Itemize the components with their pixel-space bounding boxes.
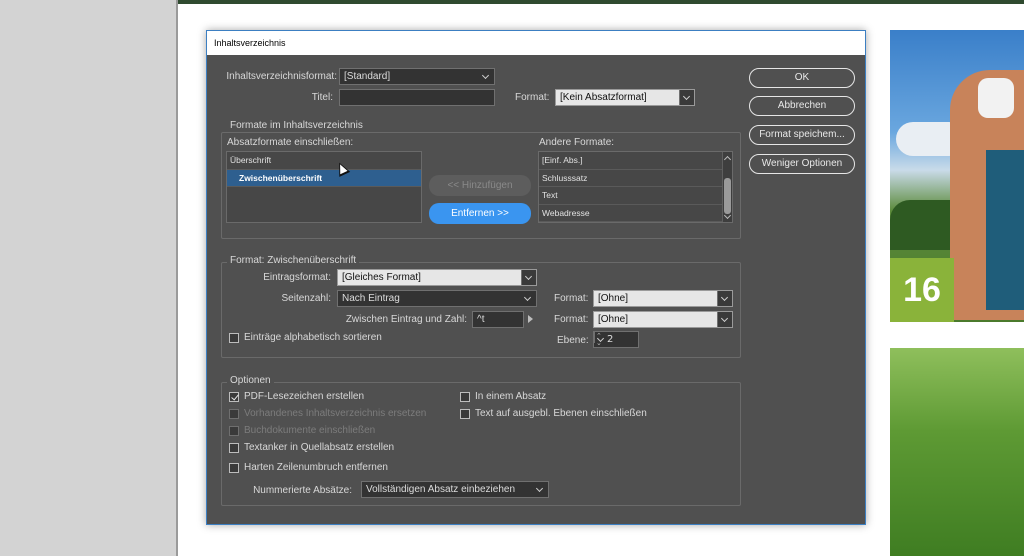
one-paragraph-checkbox[interactable]: [460, 392, 470, 402]
style-group-title: Format: Zwischenüberschrift: [227, 255, 360, 266]
text-anchor-checkbox[interactable]: [229, 443, 239, 453]
level-spinner[interactable]: ⌃ ⌄ 2: [593, 331, 639, 348]
title-label: Titel:: [311, 92, 333, 103]
save-format-button[interactable]: Format speichem...: [749, 125, 855, 145]
add-button[interactable]: << Hinzufügen: [429, 175, 531, 196]
sort-alpha-label: Einträge alphabetisch sortieren: [244, 332, 382, 343]
chevron-down-icon: [479, 69, 494, 84]
grass-photo: [890, 348, 1024, 556]
numbered-paragraphs-label: Nummerierte Absätze:: [253, 485, 352, 496]
page-number-value: Nach Eintrag: [342, 293, 400, 304]
title-format-select[interactable]: [Kein Absatzformat]: [555, 89, 695, 106]
pdf-bookmarks-label: PDF-Lesezeichen erstellen: [244, 391, 365, 402]
between-format-label: Format:: [554, 314, 589, 325]
special-chars-arrow-icon[interactable]: [528, 315, 533, 323]
between-label: Zwischen Eintrag und Zahl:: [345, 314, 467, 325]
scroll-down-icon[interactable]: [723, 212, 732, 221]
book-documents-checkbox[interactable]: [229, 426, 239, 436]
entry-format-value: [Gleiches Format]: [342, 272, 421, 283]
ok-button[interactable]: OK: [749, 68, 855, 88]
photo-golfer-shirt: [986, 150, 1024, 310]
chevron-down-icon: [533, 482, 548, 497]
scroll-thumb[interactable]: [724, 178, 731, 214]
hidden-layers-label: Text auf ausgebl. Ebenen einschließen: [475, 408, 647, 419]
title-format-label: Format:: [515, 92, 550, 103]
other-formats-scrollbar[interactable]: [722, 152, 732, 222]
list-item[interactable]: [Einf. Abs.]: [539, 152, 732, 170]
page-number-format-select[interactable]: [Ohne]: [593, 290, 733, 307]
one-paragraph-label: In einem Absatz: [475, 391, 547, 402]
page-top-strip: [178, 0, 1024, 4]
chevron-down-icon: [679, 90, 694, 105]
page-number-badge: 16: [890, 258, 954, 322]
toc-format-select[interactable]: [Standard]: [339, 68, 495, 85]
between-format-value: [Ohne]: [598, 314, 629, 325]
other-formats-label: Andere Formate:: [539, 137, 615, 148]
title-format-value: [Kein Absatzformat]: [560, 92, 647, 103]
replace-existing-checkbox[interactable]: [229, 409, 239, 419]
pdf-bookmarks-checkbox[interactable]: [229, 392, 239, 402]
page-number-format-label: Format:: [554, 293, 589, 304]
chevron-down-icon: [521, 270, 536, 285]
options-group-title: Optionen: [227, 375, 274, 386]
toc-format-label: Inhaltsverzeichnisformat:: [226, 71, 337, 82]
fewer-options-button[interactable]: Weniger Optionen: [749, 154, 855, 174]
hidden-layers-checkbox[interactable]: [460, 409, 470, 419]
page-number-select[interactable]: Nach Eintrag: [337, 290, 537, 307]
chevron-down-icon: [521, 291, 536, 306]
entry-format-label: Eintragsformat:: [263, 272, 331, 283]
photo-golf-glove: [978, 78, 1014, 118]
dialog-title: Inhaltsverzeichnis: [207, 31, 865, 55]
numbered-paragraphs-select[interactable]: Vollständigen Absatz einbeziehen: [361, 481, 549, 498]
numbered-paragraphs-value: Vollständigen Absatz einbeziehen: [366, 484, 516, 495]
chevron-down-icon: [717, 291, 732, 306]
list-item-selected[interactable]: Zwischenüberschrift: [227, 169, 421, 187]
pasteboard-area: [0, 0, 176, 556]
remove-button[interactable]: Entfernen >>: [429, 203, 531, 224]
included-formats-list[interactable]: Überschrift Zwischenüberschrift: [226, 151, 422, 223]
toc-format-value: [Standard]: [344, 71, 391, 82]
entry-format-select[interactable]: [Gleiches Format]: [337, 269, 537, 286]
page-number-label: Seitenzahl:: [281, 293, 331, 304]
level-label: Ebene:: [557, 335, 589, 346]
list-item[interactable]: Schlusssatz: [539, 170, 732, 187]
toc-dialog: Inhaltsverzeichnis Inhaltsverzeichnisfor…: [206, 30, 866, 525]
scroll-up-icon[interactable]: [723, 153, 732, 162]
page-number-format-value: [Ohne]: [598, 293, 629, 304]
other-formats-list[interactable]: [Einf. Abs.] Schlusssatz Text Webadresse: [538, 151, 733, 223]
book-documents-label: Buchdokumente einschließen: [244, 425, 376, 436]
text-anchor-label: Textanker in Quellabsatz erstellen: [244, 442, 395, 453]
between-format-select[interactable]: [Ohne]: [593, 311, 733, 328]
chevron-down-icon: [594, 332, 595, 343]
replace-existing-label: Vorhandenes Inhaltsverzeichnis ersetzen: [244, 408, 427, 419]
chevron-down-icon: [717, 312, 732, 327]
sort-alpha-checkbox[interactable]: [229, 333, 239, 343]
level-value: 2: [607, 334, 614, 345]
between-input[interactable]: ^t: [472, 311, 524, 328]
include-formats-label: Absatzformate einschließen:: [227, 137, 354, 148]
remove-breaks-label: Harten Zeilenumbruch entfernen: [244, 462, 388, 473]
title-input[interactable]: [339, 89, 495, 106]
list-item[interactable]: Webadresse: [539, 205, 732, 222]
formats-group-title: Formate im Inhaltsverzeichnis: [227, 120, 366, 131]
list-item[interactable]: Text: [539, 187, 732, 205]
list-item[interactable]: Überschrift: [227, 152, 421, 170]
remove-breaks-checkbox[interactable]: [229, 463, 239, 473]
cancel-button[interactable]: Abbrechen: [749, 96, 855, 116]
